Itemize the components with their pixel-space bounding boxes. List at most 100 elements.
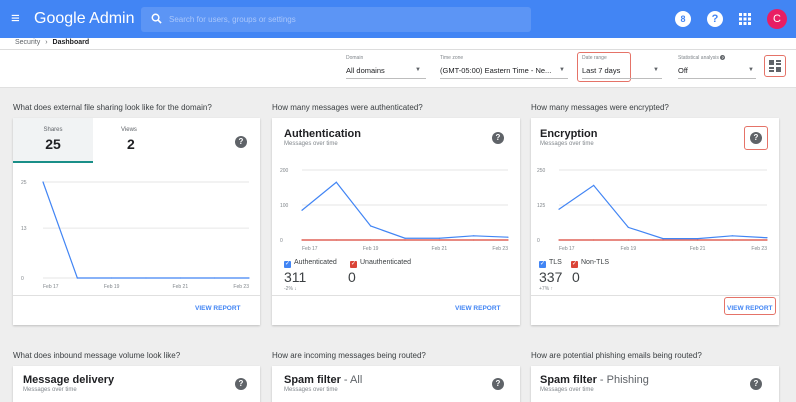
search-icon xyxy=(151,13,162,24)
x-tick-label: Feb 21 xyxy=(690,246,706,252)
view-report-button[interactable]: VIEW REPORT xyxy=(455,305,501,312)
card-subtitle: Messages over time xyxy=(540,141,594,147)
breadcrumb-separator: › xyxy=(45,39,48,46)
x-tick-label: Feb 23 xyxy=(492,246,508,252)
stat-analysis-select[interactable]: Statistical analysis ? Off ▼ xyxy=(678,53,760,83)
stat-analysis-label: Statistical analysis ? xyxy=(678,55,726,61)
chevron-down-icon: ▼ xyxy=(653,67,659,73)
breadcrumb-security[interactable]: Security xyxy=(15,39,40,46)
data-point xyxy=(404,237,406,239)
legend-non-tls[interactable]: ✓ Non-TLS xyxy=(571,259,609,268)
authentication-card: Authentication Messages over time ? 0 100… xyxy=(272,118,520,325)
data-point xyxy=(179,277,181,279)
help-icon[interactable]: ? xyxy=(492,378,504,390)
x-tick-label: Feb 19 xyxy=(363,246,379,252)
help-icon[interactable]: ? xyxy=(750,378,762,390)
legend-unauthenticated[interactable]: ✓ Unauthenticated xyxy=(350,259,411,268)
data-point xyxy=(662,239,664,241)
menu-icon[interactable]: ≡ xyxy=(11,10,27,28)
help-icon[interactable]: ? xyxy=(707,11,723,27)
x-tick-label: Feb 19 xyxy=(104,284,120,290)
question-authentication: How many messages were authenticated? xyxy=(272,103,423,112)
top-app-bar: ≡ Google Admin 8 ? C xyxy=(0,0,796,38)
chevron-down-icon: ▼ xyxy=(559,67,565,73)
data-point xyxy=(301,239,303,241)
help-icon[interactable]: ? xyxy=(235,378,247,390)
data-point xyxy=(473,235,475,237)
breadcrumb: Security › Dashboard xyxy=(15,39,89,46)
data-point xyxy=(662,238,664,240)
x-tick-label: Feb 23 xyxy=(233,284,249,290)
app-title[interactable]: Google Admin xyxy=(34,9,135,29)
stat-analysis-value: Off xyxy=(678,66,688,75)
view-report-button[interactable]: VIEW REPORT xyxy=(727,305,773,312)
series-line-tls xyxy=(558,184,768,240)
data-point xyxy=(438,239,440,241)
domain-value: All domains xyxy=(346,66,385,75)
views-label: Views xyxy=(121,127,137,133)
data-point xyxy=(766,239,768,241)
authenticated-count: 311 xyxy=(284,269,307,285)
y-tick-label: 13 xyxy=(21,226,27,232)
card-subtitle: Messages over time xyxy=(23,387,77,393)
data-point xyxy=(766,237,768,239)
data-point xyxy=(731,235,733,237)
data-point xyxy=(76,277,78,279)
authentication-chart: 0 100 200 Feb 17 Feb 19 Feb 21 Feb 23 xyxy=(280,168,509,252)
phishing-filter-card: Spam filter - Phishing Messages over tim… xyxy=(531,366,779,402)
active-tab-indicator xyxy=(13,161,93,163)
help-icon[interactable]: ? xyxy=(235,136,247,148)
card-title: Authentication xyxy=(284,128,361,140)
tab-views[interactable]: Views 2 xyxy=(93,118,173,163)
y-tick-label: 250 xyxy=(537,168,546,174)
data-point xyxy=(438,237,440,239)
x-tick-label: Feb 19 xyxy=(621,246,637,252)
timezone-value: (GMT-05:00) Eastern Time - Ne... xyxy=(440,66,552,75)
x-tick-label: Feb 17 xyxy=(43,284,59,290)
help-icon[interactable]: ? xyxy=(750,132,762,144)
y-tick-label: 200 xyxy=(280,168,289,174)
x-tick-label: Feb 17 xyxy=(559,246,575,252)
data-point xyxy=(697,239,699,241)
domain-label: Domain xyxy=(346,55,364,61)
domain-select[interactable]: Domain All domains ▼ xyxy=(346,53,426,83)
unauthenticated-count: 0 xyxy=(348,269,356,285)
data-point xyxy=(731,239,733,241)
data-point xyxy=(370,225,372,227)
spam-filter-card: Spam filter - All Messages over time ? xyxy=(272,366,520,402)
breadcrumb-bar: Security › Dashboard xyxy=(0,38,796,50)
data-point xyxy=(558,239,560,241)
y-tick-label: 25 xyxy=(21,180,27,186)
data-point xyxy=(335,181,337,183)
view-report-button[interactable]: VIEW REPORT xyxy=(195,305,241,312)
support-icon[interactable]: 8 xyxy=(675,11,691,27)
legend-authenticated[interactable]: ✓ Authenticated xyxy=(284,259,337,268)
date-range-select[interactable]: Date range Last 7 days ▼ xyxy=(582,53,662,83)
question-encryption: How many messages were encrypted? xyxy=(531,103,669,112)
card-title: Message delivery xyxy=(23,374,115,386)
date-range-value: Last 7 days xyxy=(582,66,621,75)
y-tick-label: 0 xyxy=(280,238,283,244)
tab-shares[interactable]: Shares 25 xyxy=(13,118,93,163)
data-point xyxy=(507,236,509,238)
legend-tls[interactable]: ✓ TLS xyxy=(539,259,562,268)
info-icon: ? xyxy=(720,55,726,60)
avatar[interactable]: C xyxy=(767,9,787,29)
help-icon[interactable]: ? xyxy=(492,132,504,144)
question-phishing: How are potential phishing emails being … xyxy=(531,351,702,360)
data-point xyxy=(697,238,699,240)
dashboard-layout-icon[interactable] xyxy=(767,58,783,74)
apps-grid-icon[interactable] xyxy=(737,11,753,27)
file-sharing-chart: 0 13 25 Feb 17 Feb 19 Feb 21 Feb 23 xyxy=(21,180,250,290)
timezone-select[interactable]: Time zone (GMT-05:00) Eastern Time - Ne.… xyxy=(440,53,568,83)
data-point xyxy=(593,184,595,186)
question-routing: How are incoming messages being routed? xyxy=(272,351,426,360)
data-point xyxy=(507,239,509,241)
search-box[interactable] xyxy=(141,7,531,32)
search-input[interactable] xyxy=(169,7,519,32)
non-tls-count: 0 xyxy=(572,269,580,285)
card-title: Spam filter - Phishing xyxy=(540,374,649,386)
data-point xyxy=(404,239,406,241)
y-tick-label: 0 xyxy=(537,238,540,244)
encryption-chart: 0 125 250 Feb 17 Feb 19 Feb 21 Feb 23 xyxy=(537,168,768,252)
